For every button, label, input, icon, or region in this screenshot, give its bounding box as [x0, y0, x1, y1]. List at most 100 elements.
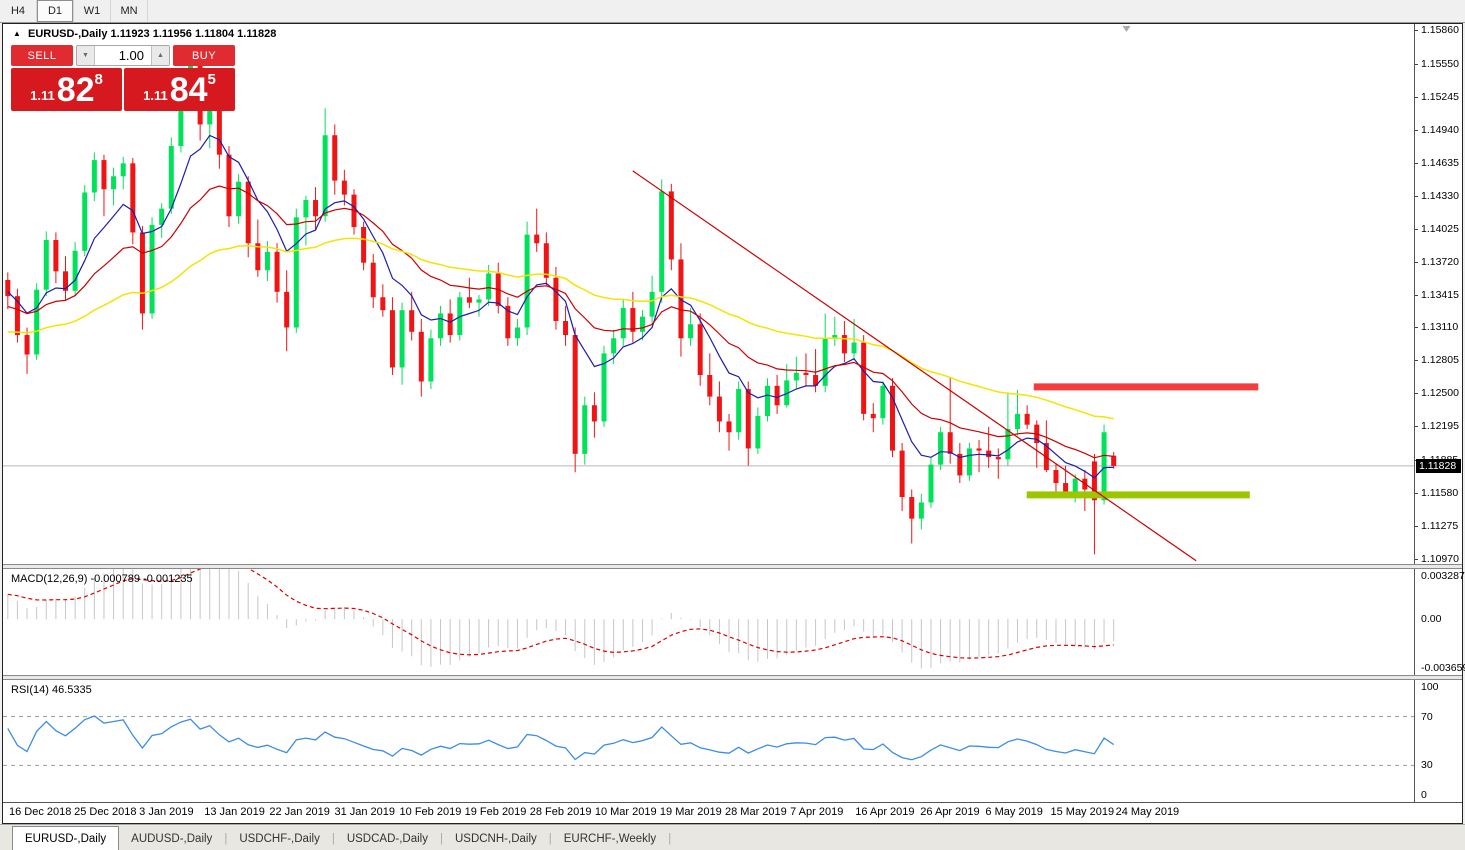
- price-axis-tick: [1415, 63, 1418, 65]
- date-axis-label: 19 Mar 2019: [659, 806, 722, 818]
- price-axis-tick: [1415, 96, 1418, 98]
- date-axis-label: 24 May 2019: [1115, 806, 1180, 818]
- chart-tab-bar: EURUSD-,Daily AUDUSD-,Daily | USDCHF-,Daily…: [0, 824, 1465, 850]
- price-axis-tick: [1415, 492, 1418, 494]
- date-axis-label: 10 Feb 2019: [399, 806, 462, 818]
- chart-tab-eurusd-daily[interactable]: EURUSD-,Daily: [12, 826, 120, 850]
- date-axis-label: 16 Dec 2018: [9, 806, 72, 818]
- rsi-axis-label: 70: [1421, 710, 1433, 723]
- one-click-trade-panel: SELL ▼ 1.00 ▲ BUY 1.11 82 8 1.11 84 5: [11, 45, 235, 111]
- price-axis-tick: [1415, 129, 1418, 131]
- date-axis-label: 15 May 2019: [1050, 806, 1115, 818]
- date-axis[interactable]: 16 Dec 2018 25 Dec 2018 3 Jan 2019 13 Jan 2…: [3, 802, 1462, 823]
- sell-button[interactable]: SELL: [11, 45, 73, 66]
- price-axis-tick: [1415, 261, 1418, 263]
- buy-price-prefix: 1.11: [143, 88, 168, 103]
- volume-decrease-icon[interactable]: ▼: [77, 46, 95, 65]
- price-axis-label: 1.13110: [1421, 321, 1459, 334]
- price-axis-label: 1.14025: [1421, 222, 1459, 235]
- macd-axis-label: 0.00: [1421, 613, 1442, 626]
- price-axis-tick: [1415, 30, 1418, 32]
- date-axis-label: 6 May 2019: [985, 806, 1043, 818]
- macd-axis: 0.003287 0.00 -0.003659: [1414, 569, 1465, 675]
- timeframe-button-w1[interactable]: W1: [74, 0, 111, 22]
- buy-button[interactable]: BUY: [173, 45, 235, 66]
- price-axis-label: 1.15245: [1421, 90, 1459, 103]
- date-axis-label: 26 Apr 2019: [920, 806, 980, 818]
- date-axis-label: 10 Mar 2019: [594, 806, 657, 818]
- date-axis-label: 22 Jan 2019: [269, 806, 330, 818]
- tab-separator: |: [668, 832, 672, 845]
- date-axis-label: 31 Jan 2019: [334, 806, 396, 818]
- chart-ohlc-values: 1.11923 1.11956 1.11804 1.11828: [110, 28, 277, 40]
- rsi-chart[interactable]: [3, 680, 1415, 802]
- price-axis-tick: [1415, 525, 1418, 527]
- price-axis-tick: [1415, 393, 1418, 395]
- timeframe-button-h4[interactable]: H4: [0, 0, 37, 22]
- price-axis-label: 1.12805: [1421, 354, 1459, 367]
- date-axis-label: 28 Feb 2019: [529, 806, 592, 818]
- rsi-pane: RSI(14) 46.5335 100 70 30 0: [3, 680, 1462, 802]
- price-axis-tick: [1415, 294, 1418, 296]
- price-axis-label: 1.13720: [1421, 255, 1459, 268]
- price-axis-label: 1.14635: [1421, 156, 1459, 169]
- price-axis-label: 1.11580: [1421, 486, 1459, 499]
- chart-symbol-label: EURUSD-,Daily: [27, 28, 108, 40]
- macd-label: MACD(12,26,9) -0.000789 -0.001235: [11, 573, 193, 585]
- price-axis-tick: [1415, 360, 1418, 362]
- price-axis-tick: [1415, 558, 1418, 560]
- price-axis-tick: [1415, 162, 1418, 164]
- date-axis-label: 13 Jan 2019: [204, 806, 265, 818]
- price-axis-label: 1.14330: [1421, 189, 1459, 202]
- date-axis-label: 28 Mar 2019: [725, 806, 787, 818]
- chart-shift-marker-icon: [1122, 26, 1131, 32]
- chart-tab-usdchf-daily[interactable]: USDCHF-,Daily: [227, 827, 332, 850]
- price-axis-tick: [1415, 426, 1418, 428]
- chart-title: ▲ EURUSD-,Daily 1.11923 1.11956 1.11804 …: [13, 28, 276, 40]
- collapse-panel-icon[interactable]: ▲: [13, 29, 21, 38]
- rsi-axis-label: 100: [1421, 681, 1439, 693]
- price-axis-label: 1.12500: [1421, 387, 1459, 400]
- rsi-axis-label: 30: [1421, 759, 1433, 772]
- macd-axis-label: 0.003287: [1421, 570, 1465, 582]
- date-axis-label: 25 Dec 2018: [74, 806, 137, 818]
- timeframe-button-mn[interactable]: MN: [111, 0, 148, 22]
- price-axis-label: 1.14940: [1421, 123, 1459, 136]
- rsi-axis-label: 0: [1421, 789, 1427, 801]
- timeframe-button-d1[interactable]: D1: [37, 0, 74, 22]
- buy-price-big: 84: [169, 70, 208, 109]
- macd-chart[interactable]: [3, 569, 1415, 675]
- date-axis-label: 16 Apr 2019: [855, 806, 915, 818]
- buy-price-display[interactable]: 1.11 84 5: [124, 68, 235, 111]
- volume-increase-icon[interactable]: ▲: [151, 46, 169, 65]
- price-axis-label: 1.15860: [1421, 24, 1459, 37]
- sell-price-display[interactable]: 1.11 82 8: [11, 68, 122, 111]
- price-pane: ▲ EURUSD-,Daily 1.11923 1.11956 1.11804 …: [3, 24, 1462, 565]
- price-axis[interactable]: 1.15860 1.15550 1.15245 1.14940 1.14635 1.143…: [1414, 24, 1462, 565]
- macd-axis-label: -0.003659: [1421, 662, 1465, 674]
- timeframe-toolbar: H4 D1 W1 MN: [0, 0, 1465, 23]
- chart-tab-usdcad-daily[interactable]: USDCAD-,Daily: [335, 827, 440, 850]
- trading-terminal: { "toolbar": { "timeframes": [ {"label":…: [0, 0, 1465, 850]
- current-price-tag: 1.11828: [1416, 458, 1461, 473]
- date-axis-label: 7 Apr 2019: [790, 806, 844, 818]
- date-axis-label: 3 Jan 2019: [139, 806, 194, 818]
- price-axis-label: 1.11275: [1421, 519, 1459, 532]
- price-axis-label: 1.13415: [1421, 288, 1459, 301]
- chart-tab-eurchf-weekly[interactable]: EURCHF-,Weekly: [552, 827, 668, 850]
- price-axis-tick: [1415, 228, 1418, 230]
- price-axis-tick: [1415, 327, 1418, 329]
- chart-tab-audusd-daily[interactable]: AUDUSD-,Daily: [119, 827, 224, 850]
- price-axis-label: 1.12195: [1421, 420, 1459, 433]
- sell-price-prefix: 1.11: [30, 88, 55, 103]
- chart-tab-usdcnh-daily[interactable]: USDCNH-,Daily: [443, 827, 549, 850]
- price-axis-tick: [1415, 195, 1418, 197]
- volume-input[interactable]: 1.00: [95, 46, 151, 65]
- macd-pane: MACD(12,26,9) -0.000789 -0.001235 0.0032…: [3, 569, 1465, 675]
- rsi-axis: 100 70 30 0: [1414, 680, 1462, 802]
- sell-price-big: 82: [56, 70, 95, 109]
- price-axis-label: 1.10970: [1421, 552, 1459, 565]
- rsi-label: RSI(14) 46.5335: [11, 684, 92, 696]
- volume-box: ▼ 1.00 ▲: [76, 45, 170, 66]
- date-axis-label: 19 Feb 2019: [464, 806, 527, 818]
